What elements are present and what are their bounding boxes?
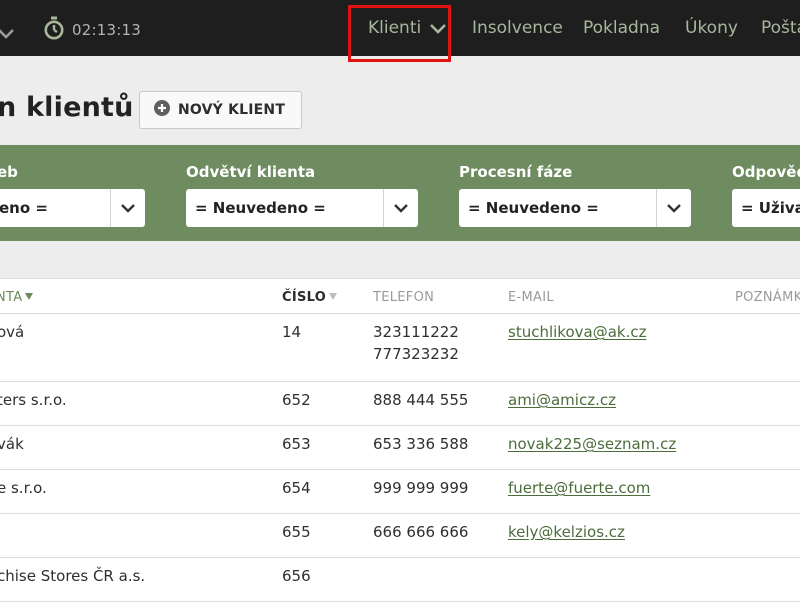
filter-select-value: eno = [0, 199, 48, 217]
nav-item-posta[interactable]: Pošta [761, 0, 800, 56]
filter-label-odpovedny: Odpověd [732, 163, 800, 181]
cell-name: ters s.r.o. [0, 391, 67, 409]
filter-label: eb [0, 163, 18, 181]
cell-telefon: 653 336 588 [373, 435, 469, 453]
odvetvi-klienta-select[interactable]: = Neuvedeno = [186, 189, 418, 227]
column-header-email[interactable]: E-MAIL [508, 290, 554, 305]
sort-desc-icon [329, 293, 338, 300]
chevron-down-icon [430, 19, 447, 39]
cell-cislo: 656 [282, 567, 311, 585]
column-header-name[interactable]: NTA [0, 290, 34, 305]
procesni-faze-select[interactable]: = Neuvedeno = [459, 189, 691, 227]
cell-telefon: 999 999 999 [373, 479, 469, 497]
email-link[interactable]: stuchlikova@ak.cz [508, 321, 646, 343]
cell-name: chise Stores ČR a.s. [0, 567, 146, 585]
new-client-button[interactable]: NOVÝ KLIENT [139, 91, 302, 129]
nav-item-label: Pošta [761, 18, 800, 38]
cell-telefon: 666 666 666 [373, 523, 469, 541]
column-header-poznamka[interactable]: POZNÁMK [735, 290, 800, 305]
cell-cislo: 652 [282, 391, 311, 409]
filter-panel: eb eno = Odvětví klienta = Neuvedeno = P… [0, 145, 800, 241]
filter-label-procesni-faze: Procesní fáze [459, 163, 573, 181]
cell-cislo: 655 [282, 523, 311, 541]
table-row[interactable]: vák 653 653 336 588 novak225@seznam.cz [0, 426, 800, 470]
table-row[interactable]: chise Stores ČR a.s. 656 [0, 558, 800, 602]
plus-circle-icon [154, 100, 170, 120]
sort-desc-icon [25, 293, 34, 300]
table-row[interactable]: ters s.r.o. 652 888 444 555 ami@amicz.cz [0, 382, 800, 426]
email-link[interactable]: fuerte@fuerte.com [508, 477, 650, 499]
email-link[interactable]: kely@kelzios.cz [508, 521, 625, 543]
chevron-down-icon [110, 189, 145, 227]
odpovedny-select[interactable]: = Uživa [732, 189, 800, 227]
table-row[interactable]: ová 14 323111222 777323232 stuchlikova@a… [0, 314, 800, 382]
email-link[interactable]: novak225@seznam.cz [508, 433, 676, 455]
timer-value: 02:13:13 [72, 21, 141, 39]
cell-cislo: 654 [282, 479, 311, 497]
chevron-down-icon [656, 189, 691, 227]
table-row[interactable]: 655 666 666 666 kely@kelzios.cz [0, 514, 800, 558]
chevron-down-icon [383, 189, 418, 227]
nav-item-label: Klienti [368, 18, 422, 38]
nav-item-klienti[interactable]: Klienti [348, 0, 453, 56]
cell-name: ová [0, 323, 25, 341]
nav-item-pokladna[interactable]: Pokladna [583, 0, 660, 56]
table-header-row: NTA ČÍSLO TELEFON E-MAIL POZNÁMK [0, 279, 800, 314]
cell-cislo: 14 [282, 323, 302, 341]
table-row[interactable]: e s.r.o. 654 999 999 999 fuerte@fuerte.c… [0, 470, 800, 514]
cell-name: vák [0, 435, 24, 453]
filter-label-odvetvi: Odvětví klienta [186, 163, 316, 181]
filter-select-value: = Neuvedeno = [468, 199, 599, 217]
filter-select-value: = Neuvedeno = [195, 199, 326, 217]
nav-item-ukony[interactable]: Úkony [685, 0, 738, 56]
cell-name: e s.r.o. [0, 479, 47, 497]
nav-item-label: Úkony [685, 18, 738, 38]
chevron-down-icon[interactable] [0, 24, 14, 43]
cell-telefon: 323111222 777323232 [373, 323, 459, 363]
email-link[interactable]: ami@amicz.cz [508, 389, 616, 411]
nav-item-label: Pokladna [583, 18, 661, 38]
cell-telefon: 888 444 555 [373, 391, 469, 409]
page-title: n klientů [0, 92, 134, 123]
nav-item-label: Insolvence [472, 18, 563, 38]
nav-item-insolvence[interactable]: Insolvence [472, 0, 563, 56]
new-client-label: NOVÝ KLIENT [178, 102, 286, 118]
column-header-telefon[interactable]: TELEFON [373, 290, 434, 305]
top-navigation-bar: 02:13:13 Klienti Insolvence Pokladna Úko… [0, 0, 800, 56]
clients-table: NTA ČÍSLO TELEFON E-MAIL POZNÁMK ová 14 … [0, 278, 800, 609]
session-timer: 02:13:13 [43, 16, 141, 44]
filter-select-value: = Uživa [741, 199, 800, 217]
cell-cislo: 653 [282, 435, 311, 453]
stopwatch-icon [43, 16, 65, 44]
column-header-cislo[interactable]: ČÍSLO [282, 290, 338, 305]
filter-select[interactable]: eno = [0, 189, 145, 227]
